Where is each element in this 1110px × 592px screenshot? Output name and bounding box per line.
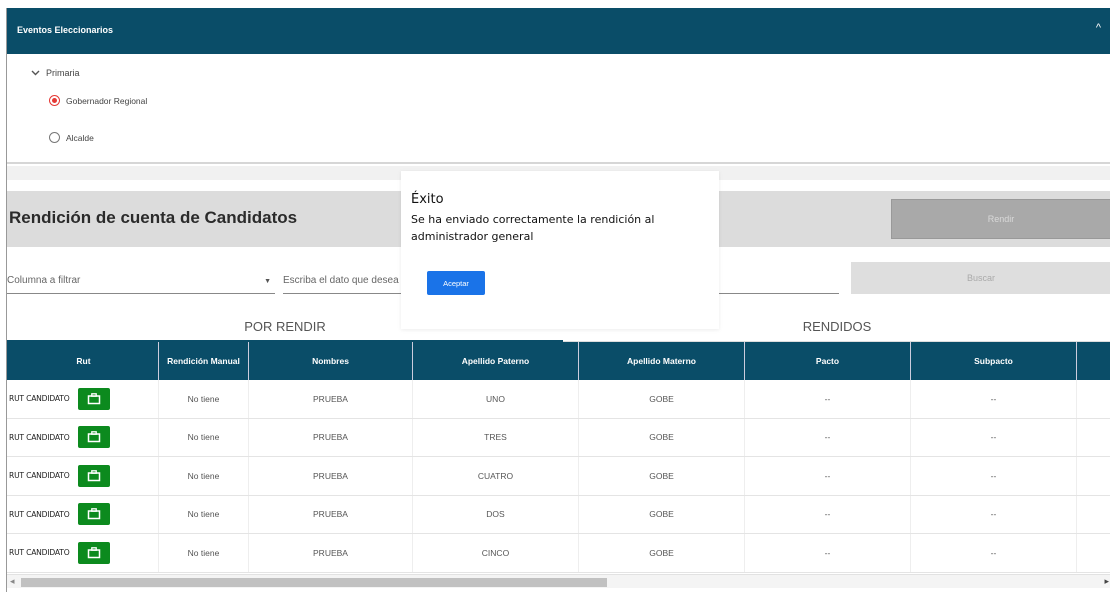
column-header-overflow xyxy=(1077,342,1110,380)
cell-subpacto: -- xyxy=(911,457,1077,495)
cell-rut: RUT CANDIDATO xyxy=(7,534,159,572)
radio-label: Gobernador Regional xyxy=(66,95,148,106)
rut-text: RUT CANDIDATO xyxy=(9,432,70,442)
cell-overflow xyxy=(1077,534,1110,572)
cell-manual: No tiene xyxy=(159,495,249,533)
column-header-manual[interactable]: Rendición Manual xyxy=(159,342,249,380)
briefcase-button[interactable] xyxy=(77,541,110,564)
table-row: RUT CANDIDATO No tiene PRUEBA DOS GOBE -… xyxy=(7,495,1110,534)
table-row: RUT CANDIDATO No tiene PRUEBA TRES GOBE … xyxy=(7,418,1110,457)
briefcase-button[interactable] xyxy=(77,387,110,410)
table-row: RUT CANDIDATO No tiene PRUEBA UNO GOBE -… xyxy=(7,380,1110,419)
cell-nombres: PRUEBA xyxy=(249,457,413,495)
cell-apellido-paterno: CINCO xyxy=(413,534,579,572)
cell-apellido-paterno: DOS xyxy=(413,495,579,533)
rut-text: RUT CANDIDATO xyxy=(9,548,70,558)
rut-text: RUT CANDIDATO xyxy=(9,471,70,481)
cell-subpacto: -- xyxy=(911,418,1077,456)
briefcase-icon xyxy=(87,508,100,520)
table-row: RUT CANDIDATO No tiene PRUEBA CUATRO GOB… xyxy=(7,457,1110,496)
dropdown-caret-icon: ▼ xyxy=(264,278,271,285)
cell-pacto: -- xyxy=(745,457,911,495)
radio-label: Alcalde xyxy=(66,132,94,143)
cell-manual: No tiene xyxy=(159,380,249,418)
cell-apellido-paterno: UNO xyxy=(413,380,579,418)
scroll-left-arrow-icon[interactable]: ◂ xyxy=(10,576,15,587)
briefcase-button[interactable] xyxy=(77,426,110,449)
cell-pacto: -- xyxy=(745,418,911,456)
cell-nombres: PRUEBA xyxy=(249,418,413,456)
cell-rut: RUT CANDIDATO xyxy=(7,380,159,418)
cell-apellido-materno: GOBE xyxy=(579,495,745,533)
horizontal-scrollbar[interactable]: ◂ ▸ xyxy=(7,574,1110,588)
briefcase-icon xyxy=(87,469,100,481)
tree-node-primaria[interactable]: Primaria xyxy=(31,68,80,79)
radio-button[interactable] xyxy=(49,132,60,143)
table-row: RUT CANDIDATO No tiene PRUEBA CINCO GOBE… xyxy=(7,534,1110,573)
briefcase-icon xyxy=(87,392,100,404)
column-header-pacto[interactable]: Pacto xyxy=(745,342,911,380)
cell-subpacto: -- xyxy=(911,380,1077,418)
column-header-nombres[interactable]: Nombres xyxy=(249,342,413,380)
cell-pacto: -- xyxy=(745,534,911,572)
radio-option-gobernador[interactable]: Gobernador Regional xyxy=(49,95,147,106)
cell-nombres: PRUEBA xyxy=(249,495,413,533)
cell-rut: RUT CANDIDATO xyxy=(7,495,159,533)
cell-manual: No tiene xyxy=(159,418,249,456)
table-header: Rut Rendición Manual Nombres Apellido Pa… xyxy=(7,342,1110,380)
briefcase-button[interactable] xyxy=(77,464,110,487)
scrollbar-thumb[interactable] xyxy=(21,578,607,587)
dialog-message: Se ha enviado correctamente la rendición… xyxy=(411,213,655,243)
dialog-title: Éxito xyxy=(411,192,444,207)
cell-apellido-materno: GOBE xyxy=(579,380,745,418)
cell-pacto: -- xyxy=(745,380,911,418)
cell-apellido-paterno: CUATRO xyxy=(413,457,579,495)
briefcase-icon xyxy=(87,431,100,443)
cell-apellido-materno: GOBE xyxy=(579,457,745,495)
rendir-button[interactable]: Rendir xyxy=(891,199,1110,239)
radio-button-checked[interactable] xyxy=(49,95,60,106)
cell-manual: No tiene xyxy=(159,534,249,572)
tree-node-label: Primaria xyxy=(46,68,80,78)
candidates-table: Rut Rendición Manual Nombres Apellido Pa… xyxy=(7,342,1110,573)
cell-apellido-materno: GOBE xyxy=(579,418,745,456)
cell-overflow xyxy=(1077,457,1110,495)
column-header-rut[interactable]: Rut xyxy=(7,342,159,380)
radio-option-alcalde[interactable]: Alcalde xyxy=(49,132,94,143)
cell-overflow xyxy=(1077,419,1110,457)
chevron-down-icon[interactable] xyxy=(31,68,40,79)
search-button[interactable]: Buscar xyxy=(851,262,1110,294)
events-panel-header[interactable]: Eventos Eleccionarios ^ xyxy=(7,8,1110,54)
column-header-apellido-materno[interactable]: Apellido Materno xyxy=(579,342,745,380)
cell-manual: No tiene xyxy=(159,457,249,495)
events-panel-body: Primaria Gobernador Regional Alcalde xyxy=(7,54,1110,164)
briefcase-button[interactable] xyxy=(77,503,110,526)
page-title: Rendición de cuenta de Candidatos xyxy=(9,208,298,227)
accept-button[interactable]: Aceptar xyxy=(427,271,485,295)
cell-rut: RUT CANDIDATO xyxy=(7,457,159,495)
cell-subpacto: -- xyxy=(911,534,1077,572)
cell-pacto: -- xyxy=(745,495,911,533)
scroll-right-arrow-icon[interactable]: ▸ xyxy=(1104,576,1109,587)
cell-nombres: PRUEBA xyxy=(249,380,413,418)
cell-apellido-paterno: TRES xyxy=(413,418,579,456)
cell-subpacto: -- xyxy=(911,495,1077,533)
cell-nombres: PRUEBA xyxy=(249,534,413,572)
search-input-placeholder: Escriba el dato que desea xyxy=(283,275,399,286)
column-header-subpacto[interactable]: Subpacto xyxy=(911,342,1077,380)
column-filter-placeholder: Columna a filtrar xyxy=(7,275,81,286)
rut-text: RUT CANDIDATO xyxy=(9,394,70,404)
cell-rut: RUT CANDIDATO xyxy=(7,418,159,456)
events-panel-title: Eventos Eleccionarios xyxy=(17,25,114,35)
success-dialog: Éxito Se ha enviado correctamente la ren… xyxy=(401,171,719,329)
cell-overflow xyxy=(1077,380,1110,418)
rut-text: RUT CANDIDATO xyxy=(9,509,70,519)
column-filter-select[interactable]: Columna a filtrar ▼ xyxy=(7,270,275,294)
briefcase-icon xyxy=(87,546,100,558)
cell-overflow xyxy=(1077,496,1110,534)
column-header-apellido-paterno[interactable]: Apellido Paterno xyxy=(413,342,579,380)
collapse-icon[interactable]: ^ xyxy=(1096,22,1101,34)
cell-apellido-materno: GOBE xyxy=(579,534,745,572)
